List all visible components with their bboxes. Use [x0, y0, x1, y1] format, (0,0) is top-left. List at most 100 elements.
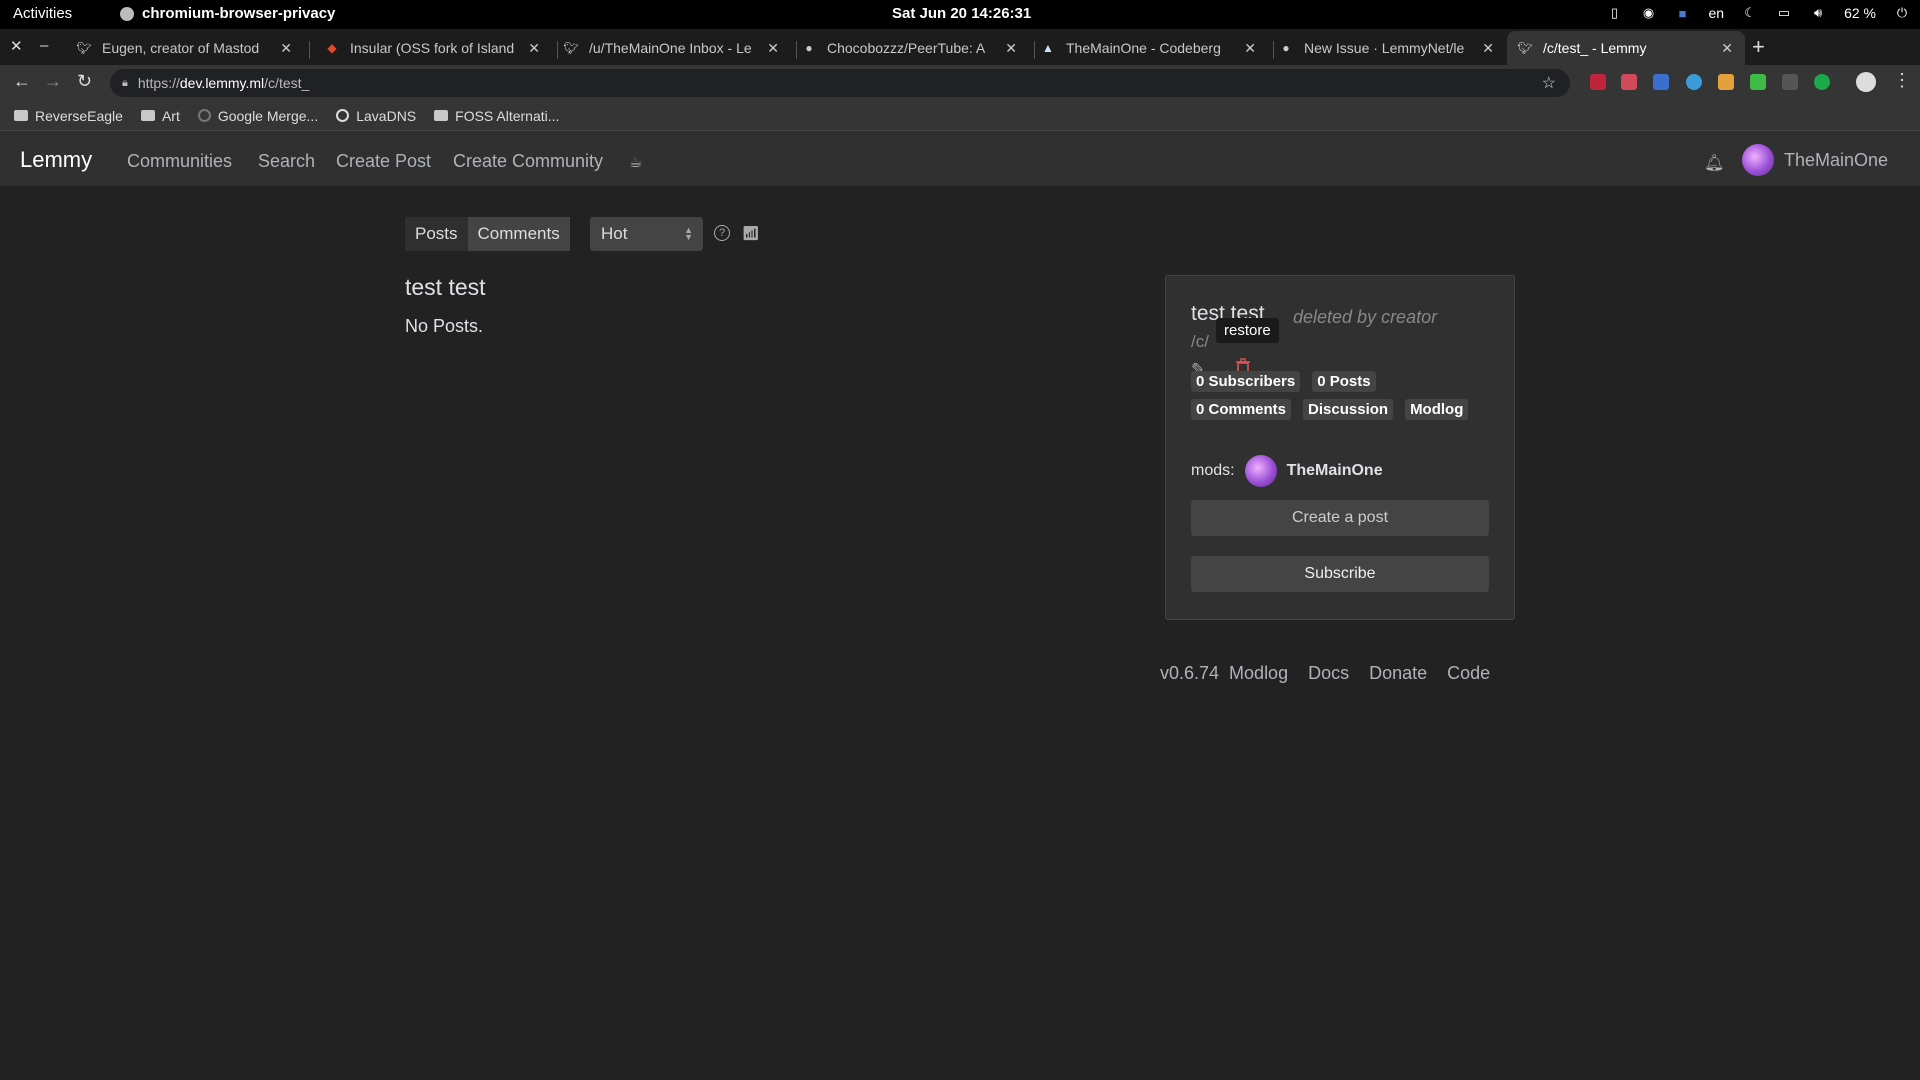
github-icon: ●	[805, 41, 813, 55]
browser-tab[interactable]: 🐦︎ /u/TheMainOne Inbox - Le ✕	[553, 31, 791, 65]
tab-posts[interactable]: Posts	[405, 217, 468, 251]
site-footer: v0.6.74 Modlog Docs Donate Code	[1160, 663, 1490, 684]
globe-icon	[336, 109, 350, 122]
nav-search[interactable]: Search	[258, 151, 315, 172]
footer-docs-link[interactable]: Docs	[1308, 663, 1349, 684]
select-arrows-icon: ▲ ▼	[684, 225, 693, 242]
window-minimize-icon[interactable]: –	[40, 37, 48, 54]
footer-code-link[interactable]: Code	[1447, 663, 1490, 684]
system-tray[interactable]: ▯ ◉ ■ en ☾ ▭ 🔊︎ 62 % ⏻	[1607, 5, 1911, 21]
create-post-button[interactable]: Create a post	[1191, 500, 1489, 536]
chromium-icon	[120, 6, 134, 21]
bookmark-label: Google Merge...	[217, 107, 319, 124]
browser-tab[interactable]: ● Chocobozzz/PeerTube: A ✕	[791, 31, 1029, 65]
support-icon[interactable]: ☕︎	[629, 153, 642, 171]
help-icon[interactable]: ?	[714, 225, 730, 241]
discord-icon[interactable]: ◉	[1641, 5, 1657, 21]
bookmark-label: FOSS Alternati...	[455, 107, 560, 124]
forward-button[interactable]: →	[44, 71, 62, 92]
mod-name-link[interactable]: TheMainOne	[1287, 462, 1383, 480]
tab-close-icon[interactable]: ✕	[1005, 40, 1017, 57]
app-name: chromium-browser-privacy	[142, 5, 336, 22]
privacy-badger-icon[interactable]	[1621, 74, 1637, 90]
folder-icon	[140, 110, 155, 121]
site-brand[interactable]: Lemmy	[20, 147, 92, 173]
tab-close-icon[interactable]: ✕	[767, 40, 779, 57]
sort-select[interactable]: Hot ▲ ▼	[590, 217, 703, 251]
tab-close-icon[interactable]: ✕	[1721, 40, 1733, 57]
browser-tab[interactable]: 🐦︎ Eugen, creator of Mastod ✕	[66, 31, 304, 65]
bookmark-item[interactable]: FOSS Alternati...	[434, 108, 559, 124]
app-indicator-icon[interactable]: ■	[1675, 5, 1691, 21]
new-tab-button[interactable]: +	[1752, 34, 1765, 60]
tab-close-icon[interactable]: ✕	[280, 40, 292, 57]
mod-avatar[interactable]	[1244, 455, 1277, 487]
listing-type-toggle: Posts Comments	[405, 217, 570, 251]
battery-level: 62 %	[1844, 5, 1876, 21]
night-light-icon: ☾	[1744, 5, 1756, 20]
tab-close-icon[interactable]: ✕	[1244, 40, 1256, 57]
browser-tab[interactable]: 🐦︎ /c/test_ - Lemmy ✕	[1507, 31, 1745, 65]
back-button[interactable]: ←	[13, 71, 31, 92]
notification-bell-icon[interactable]: 🔔︎	[1704, 153, 1724, 173]
codeberg-icon: ▲	[1042, 41, 1054, 55]
browser-tab[interactable]: ◆ Insular (OSS fork of Island ✕	[314, 31, 552, 65]
modlog-badge[interactable]: Modlog	[1405, 399, 1469, 420]
power-icon[interactable]: ⏻	[1894, 5, 1910, 21]
footer-modlog-link[interactable]: Modlog	[1229, 663, 1288, 684]
github-icon: ●	[1282, 41, 1290, 55]
browser-tab[interactable]: ● New Issue · LemmyNet/le ✕	[1268, 31, 1506, 65]
screen-icon: ▭	[1777, 5, 1791, 20]
tab-separator	[309, 41, 310, 59]
bookmark-item[interactable]: Google Merge...	[197, 107, 319, 124]
globe-extension-icon[interactable]	[1686, 74, 1702, 90]
bookmark-item[interactable]: ReverseEagle	[14, 108, 123, 124]
browser-menu-icon[interactable]: ⋮	[1893, 70, 1911, 91]
lemmy-icon: 🐦︎	[1517, 41, 1533, 55]
folder-icon	[14, 110, 28, 121]
empty-state-text: No Posts.	[405, 316, 484, 336]
bookmark-item[interactable]: LavaDNS	[336, 108, 416, 124]
grammarly-icon[interactable]	[1814, 74, 1830, 90]
version-label: v0.6.74	[1160, 663, 1220, 683]
rss-icon[interactable]: 📶︎	[742, 225, 760, 242]
phone-icon[interactable]: ▯	[1607, 5, 1623, 21]
footer-donate-link[interactable]: Donate	[1369, 663, 1427, 684]
github-icon	[197, 109, 211, 122]
user-menu-name[interactable]: TheMainOne	[1784, 150, 1888, 171]
gitlab-icon: ◆	[327, 41, 337, 55]
tab-comments[interactable]: Comments	[467, 217, 570, 251]
tampermonkey-icon[interactable]	[1718, 74, 1734, 90]
community-sidebar-card: test test deleted by creator /c/ restore…	[1165, 275, 1515, 620]
tab-close-icon[interactable]: ✕	[528, 40, 540, 57]
extension-icon[interactable]	[1653, 74, 1669, 90]
bookmark-star-icon[interactable]: ☆	[1542, 73, 1556, 93]
nav-create-community[interactable]: Create Community	[453, 151, 603, 172]
address-bar[interactable]: 🔒︎ https://dev.lemmy.ml/c/test_ ☆	[110, 69, 1570, 97]
dark-extension-icon[interactable]	[1782, 74, 1798, 90]
volume-icon: 🔊︎	[1813, 5, 1823, 20]
subscribers-badge: 0 Subscribers	[1191, 371, 1301, 392]
tab-title: New Issue · LemmyNet/le	[1304, 40, 1465, 56]
activities-button[interactable]: Activities	[13, 5, 72, 22]
restore-tooltip: restore	[1216, 318, 1279, 343]
tab-close-icon[interactable]: ✕	[1482, 40, 1494, 57]
green-extension-icon[interactable]	[1750, 74, 1766, 90]
bookmark-item[interactable]: Art	[140, 108, 180, 124]
window-close-icon[interactable]: ✕	[10, 37, 23, 55]
nav-communities[interactable]: Communities	[127, 151, 232, 172]
url-path: /c/test_	[264, 75, 310, 91]
language-indicator[interactable]: en	[1709, 5, 1725, 21]
browser-tab[interactable]: ▲ TheMainOne - Codeberg ✕	[1030, 31, 1268, 65]
category-badge[interactable]: Discussion	[1303, 399, 1394, 420]
profile-icon[interactable]	[1856, 72, 1876, 92]
clock[interactable]: Sat Jun 20 14:26:31	[892, 5, 1031, 22]
stats-row-2: 0 Comments Discussion Modlog	[1191, 399, 1469, 420]
reload-button[interactable]: ↻	[77, 71, 92, 92]
ublock-origin-icon[interactable]	[1590, 74, 1606, 90]
nav-create-post[interactable]: Create Post	[336, 151, 431, 172]
lock-icon[interactable]: 🔒︎	[122, 77, 128, 90]
app-menu[interactable]: chromium-browser-privacy	[120, 5, 335, 22]
subscribe-button[interactable]: Subscribe	[1191, 556, 1489, 592]
user-avatar[interactable]	[1742, 144, 1774, 176]
